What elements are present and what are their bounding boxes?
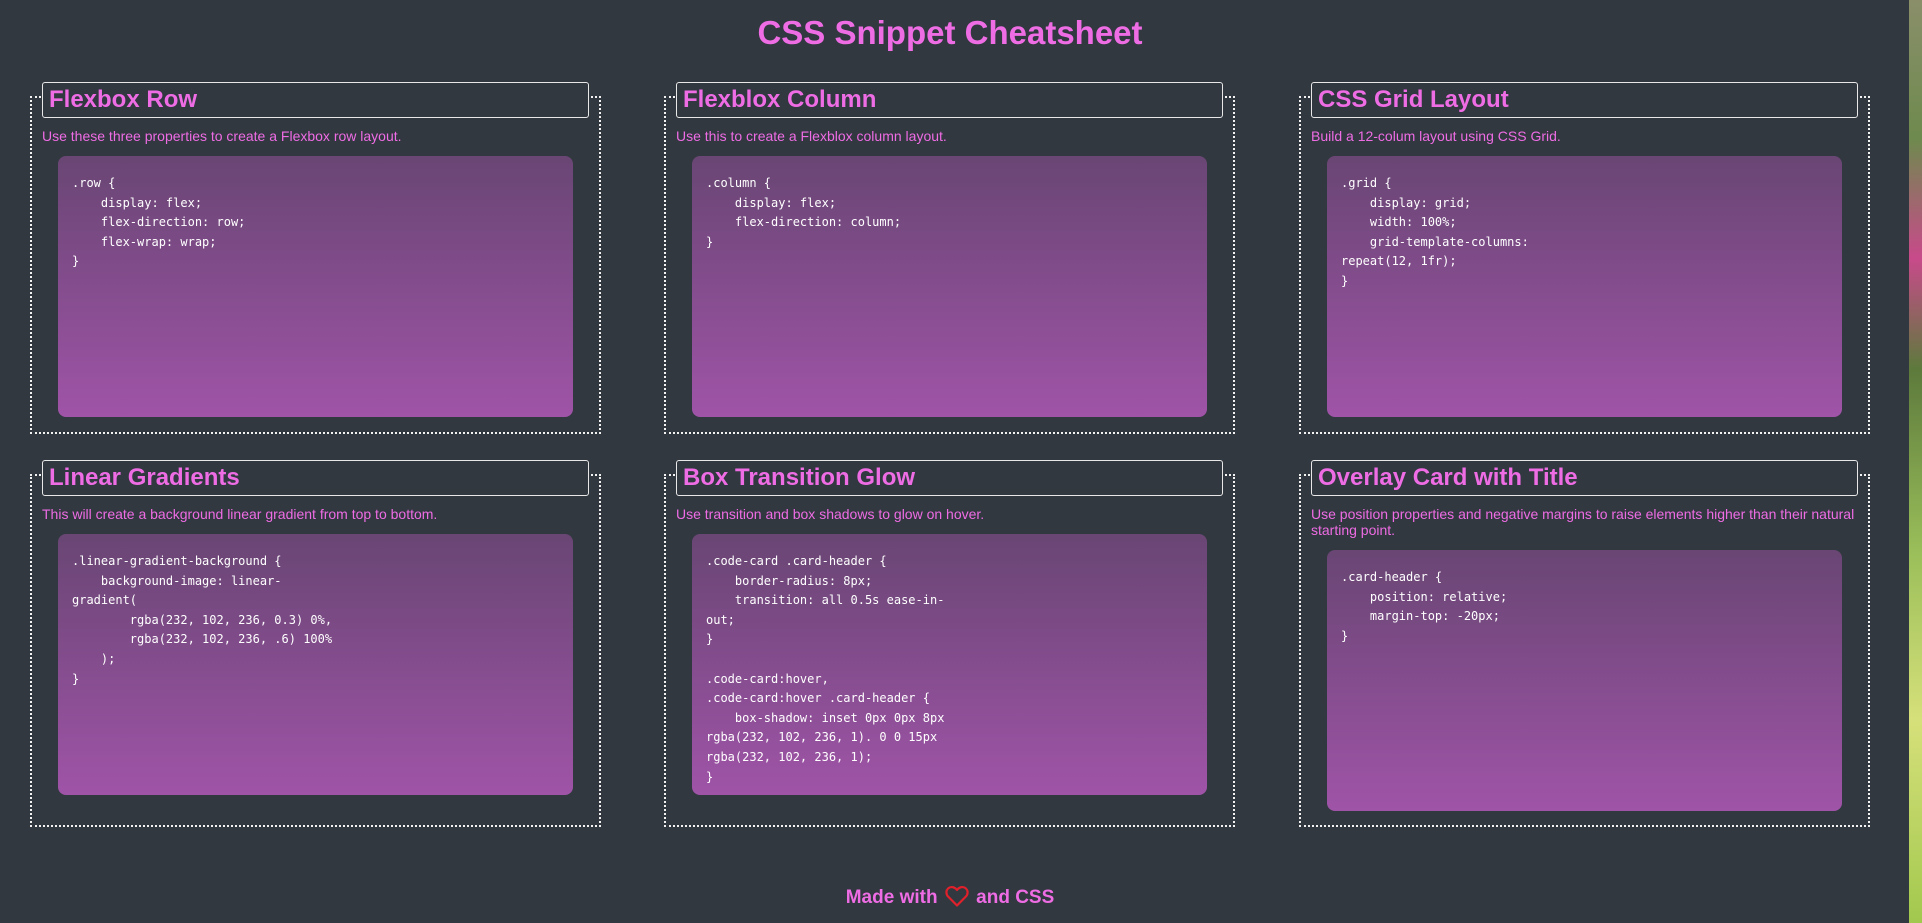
footer-prefix: Made with	[845, 887, 938, 908]
background-image-edge	[1909, 0, 1922, 923]
card-header: Flexbox Row	[42, 82, 589, 118]
code-card-linear-gradients: Linear Gradients This will create a back…	[30, 460, 601, 827]
card-header: Box Transition Glow	[676, 460, 1223, 496]
card-description: Use these three properties to create a F…	[42, 128, 402, 144]
code-snippet: .linear-gradient-background { background…	[58, 534, 573, 795]
code-card-css-grid: CSS Grid Layout Build a 12-colum layout …	[1299, 82, 1870, 434]
page-title: CSS Snippet Cheatsheet	[757, 14, 1143, 51]
code-card-box-transition-glow: Box Transition Glow Use transition and b…	[664, 460, 1235, 827]
card-header: CSS Grid Layout	[1311, 82, 1858, 118]
code-snippet: .card-header { position: relative; margi…	[1327, 550, 1842, 811]
card-description: Use position properties and negative mar…	[1311, 506, 1855, 538]
card-description: Use this to create a Flexblox column lay…	[676, 128, 947, 144]
code-snippet: .row { display: flex; flex-direction: ro…	[58, 156, 573, 417]
code-card-flexbox-row: Flexbox Row Use these three properties t…	[30, 82, 601, 434]
code-snippet: .grid { display: grid; width: 100%; grid…	[1327, 156, 1842, 417]
card-description: This will create a background linear gra…	[42, 506, 438, 522]
card-description: Build a 12-colum layout using CSS Grid.	[1311, 128, 1561, 144]
heart-icon	[945, 885, 969, 914]
footer-suffix: and CSS	[976, 887, 1055, 908]
code-snippet: .column { display: flex; flex-direction:…	[692, 156, 1207, 417]
card-header: Linear Gradients	[42, 460, 589, 496]
code-card-overlay-title: Overlay Card with Title Use position pro…	[1299, 460, 1870, 827]
card-description: Use transition and box shadows to glow o…	[676, 506, 985, 522]
card-header: Flexblox Column	[676, 82, 1223, 118]
footer: Made with and CSS	[0, 885, 1900, 914]
card-header: Overlay Card with Title	[1311, 460, 1858, 496]
code-card-flexbox-column: Flexblox Column Use this to create a Fle…	[664, 82, 1235, 434]
code-snippet: .code-card .card-header { border-radius:…	[692, 534, 1207, 795]
